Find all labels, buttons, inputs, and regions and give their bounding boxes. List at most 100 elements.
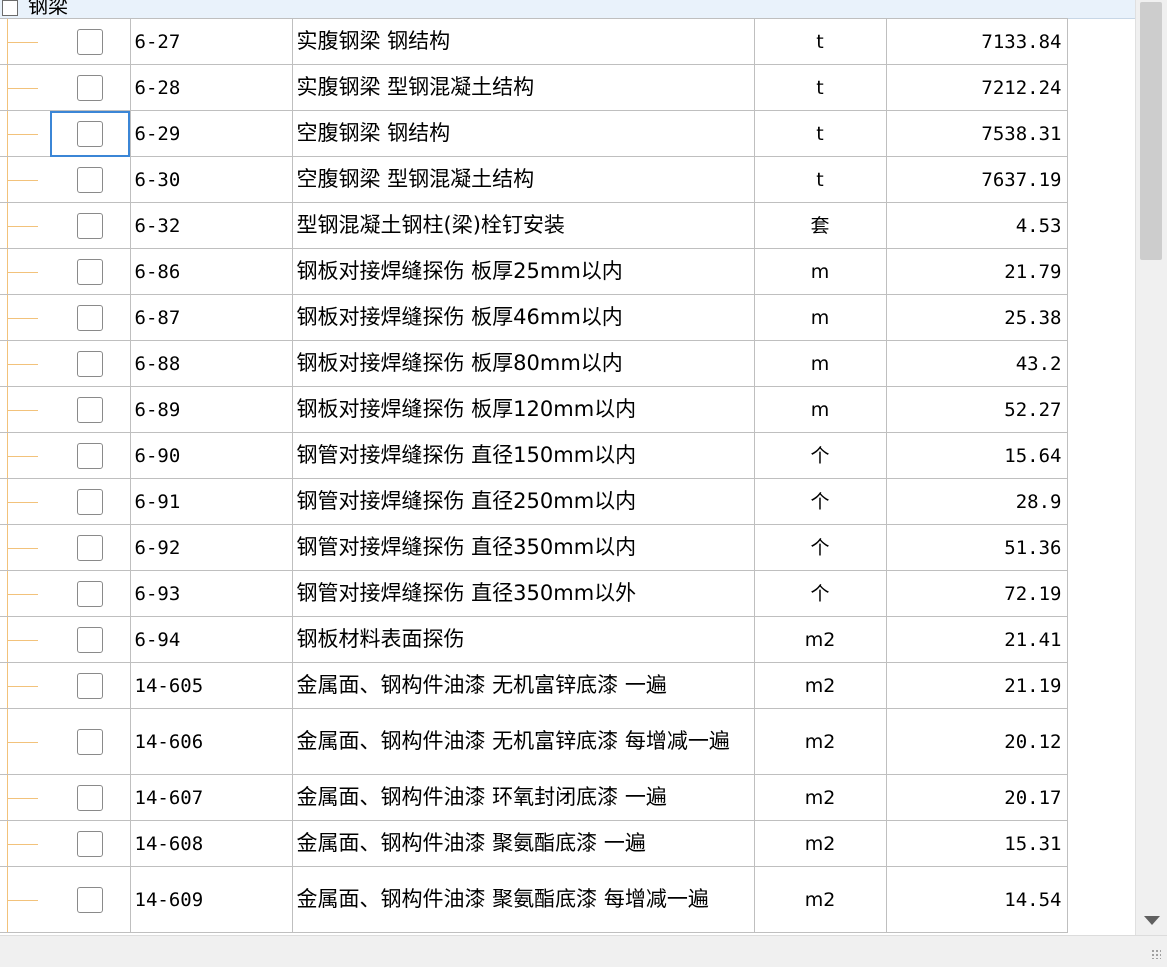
quota-unit[interactable]: t: [753, 110, 887, 157]
row-checkbox[interactable]: [76, 672, 103, 699]
table-row[interactable]: 14-609 金属面、钢构件油漆 聚氨酯底漆 每增减一遍 m2 14.54: [0, 866, 1068, 933]
quota-unit[interactable]: m2: [753, 820, 887, 867]
quota-quantity[interactable]: 25.38: [885, 294, 1068, 341]
table-row[interactable]: 6-86 钢板对接焊缝探伤 板厚25mm以内 m 21.79: [0, 248, 1068, 295]
quota-unit[interactable]: 个: [753, 570, 887, 617]
quota-unit[interactable]: t: [753, 64, 887, 111]
quota-quantity[interactable]: 51.36: [885, 524, 1068, 571]
quota-code[interactable]: 14-605: [129, 662, 293, 709]
quota-name[interactable]: 钢管对接焊缝探伤 直径350mm以外: [291, 570, 755, 617]
row-checkbox[interactable]: [76, 166, 103, 193]
row-checkbox[interactable]: [76, 396, 103, 423]
row-checkbox-cell[interactable]: [50, 248, 131, 295]
quota-code[interactable]: 14-607: [129, 774, 293, 821]
table-row[interactable]: 6-88 钢板对接焊缝探伤 板厚80mm以内 m 43.2: [0, 340, 1068, 387]
row-checkbox[interactable]: [76, 728, 103, 755]
quota-quantity[interactable]: 21.19: [885, 662, 1068, 709]
row-checkbox-cell[interactable]: [50, 64, 131, 111]
quota-quantity[interactable]: 4.53: [885, 202, 1068, 249]
row-checkbox[interactable]: [76, 534, 103, 561]
quota-code[interactable]: 6-88: [129, 340, 293, 387]
table-row[interactable]: 6-32 型钢混凝土钢柱(梁)栓钉安装套 4.53: [0, 202, 1068, 249]
row-checkbox-cell[interactable]: [50, 18, 131, 65]
row-checkbox-cell[interactable]: [50, 156, 131, 203]
table-row[interactable]: 14-607 金属面、钢构件油漆 环氧封闭底漆 一遍 m2 20.17: [0, 774, 1068, 821]
quota-unit[interactable]: m: [753, 386, 887, 433]
quota-unit[interactable]: m2: [753, 662, 887, 709]
row-checkbox-cell[interactable]: [50, 478, 131, 525]
quota-name[interactable]: 金属面、钢构件油漆 无机富锌底漆 一遍: [291, 662, 755, 709]
quota-unit[interactable]: m2: [753, 616, 887, 663]
quota-name[interactable]: 型钢混凝土钢柱(梁)栓钉安装: [291, 202, 755, 249]
row-checkbox[interactable]: [76, 28, 103, 55]
quota-unit[interactable]: t: [753, 156, 887, 203]
quota-code[interactable]: 6-32: [129, 202, 293, 249]
quota-name[interactable]: 钢板对接焊缝探伤 板厚80mm以内: [291, 340, 755, 387]
quota-quantity[interactable]: 52.27: [885, 386, 1068, 433]
table-row[interactable]: 6-91 钢管对接焊缝探伤 直径250mm以内个 28.9: [0, 478, 1068, 525]
quota-quantity[interactable]: 15.64: [885, 432, 1068, 479]
quota-code[interactable]: 6-87: [129, 294, 293, 341]
table-row[interactable]: 6-92 钢管对接焊缝探伤 直径350mm以内个 51.36: [0, 524, 1068, 571]
quota-name[interactable]: 实腹钢梁 型钢混凝土结构: [291, 64, 755, 111]
quota-code[interactable]: 6-29: [129, 110, 293, 157]
quota-name[interactable]: 实腹钢梁 钢结构: [291, 18, 755, 65]
quota-quantity[interactable]: 14.54: [885, 866, 1068, 933]
quota-code[interactable]: 14-609: [129, 866, 293, 933]
row-checkbox-cell[interactable]: [50, 662, 131, 709]
quota-quantity[interactable]: 20.12: [885, 708, 1068, 775]
quota-name[interactable]: 金属面、钢构件油漆 无机富锌底漆 每增减一遍: [291, 708, 755, 775]
row-checkbox-cell[interactable]: [50, 294, 131, 341]
group-checkbox[interactable]: [2, 0, 18, 16]
quota-name[interactable]: 钢板材料表面探伤: [291, 616, 755, 663]
table-row[interactable]: 14-608 金属面、钢构件油漆 聚氨酯底漆 一遍 m2 15.31: [0, 820, 1068, 867]
row-checkbox[interactable]: [76, 212, 103, 239]
row-checkbox-cell[interactable]: [50, 432, 131, 479]
quota-unit[interactable]: t: [753, 18, 887, 65]
quota-code[interactable]: 14-608: [129, 820, 293, 867]
resize-grip-icon[interactable]: [1151, 949, 1161, 959]
quota-quantity[interactable]: 28.9: [885, 478, 1068, 525]
quota-unit[interactable]: 个: [753, 432, 887, 479]
quota-quantity[interactable]: 7538.31: [885, 110, 1068, 157]
quota-name[interactable]: 钢管对接焊缝探伤 直径150mm以内: [291, 432, 755, 479]
scroll-down-arrow-icon[interactable]: [1144, 916, 1160, 925]
quota-name[interactable]: 金属面、钢构件油漆 聚氨酯底漆 每增减一遍: [291, 866, 755, 933]
table-row[interactable]: 6-28 实腹钢梁 型钢混凝土结构 t 7212.24: [0, 64, 1068, 111]
quota-name[interactable]: 空腹钢梁 钢结构: [291, 110, 755, 157]
quota-unit[interactable]: m2: [753, 708, 887, 775]
row-checkbox[interactable]: [76, 74, 103, 101]
quota-code[interactable]: 6-93: [129, 570, 293, 617]
row-checkbox-cell[interactable]: [50, 820, 131, 867]
row-checkbox[interactable]: [76, 886, 103, 913]
quota-code[interactable]: 6-30: [129, 156, 293, 203]
quota-name[interactable]: 钢管对接焊缝探伤 直径250mm以内: [291, 478, 755, 525]
quota-name[interactable]: 空腹钢梁 型钢混凝土结构: [291, 156, 755, 203]
vertical-scrollbar[interactable]: [1135, 0, 1167, 935]
row-checkbox[interactable]: [76, 120, 103, 147]
row-checkbox-cell[interactable]: [50, 524, 131, 571]
row-checkbox[interactable]: [76, 580, 103, 607]
quota-unit[interactable]: m2: [753, 774, 887, 821]
table-row[interactable]: 14-606 金属面、钢构件油漆 无机富锌底漆 每增减一遍 m2 20.12: [0, 708, 1068, 775]
quota-quantity[interactable]: 15.31: [885, 820, 1068, 867]
table-row[interactable]: 6-29 空腹钢梁 钢结构 t 7538.31: [0, 110, 1068, 157]
table-row[interactable]: 6-90 钢管对接焊缝探伤 直径150mm以内个 15.64: [0, 432, 1068, 479]
row-checkbox-cell[interactable]: [50, 386, 131, 433]
row-checkbox[interactable]: [76, 626, 103, 653]
row-checkbox[interactable]: [76, 258, 103, 285]
quota-quantity[interactable]: 7212.24: [885, 64, 1068, 111]
table-row[interactable]: 14-605 金属面、钢构件油漆 无机富锌底漆 一遍 m2 21.19: [0, 662, 1068, 709]
row-checkbox-cell[interactable]: [50, 340, 131, 387]
quota-code[interactable]: 6-86: [129, 248, 293, 295]
row-checkbox-cell[interactable]: [50, 202, 131, 249]
row-checkbox[interactable]: [76, 488, 103, 515]
row-checkbox-cell[interactable]: [50, 616, 131, 663]
quota-name[interactable]: 钢管对接焊缝探伤 直径350mm以内: [291, 524, 755, 571]
quota-unit[interactable]: 个: [753, 478, 887, 525]
quota-code[interactable]: 14-606: [129, 708, 293, 775]
quota-name[interactable]: 金属面、钢构件油漆 环氧封闭底漆 一遍: [291, 774, 755, 821]
table-row[interactable]: 6-30 空腹钢梁 型钢混凝土结构 t 7637.19: [0, 156, 1068, 203]
quota-code[interactable]: 6-28: [129, 64, 293, 111]
table-row[interactable]: 6-87 钢板对接焊缝探伤 板厚46mm以内 m 25.38: [0, 294, 1068, 341]
